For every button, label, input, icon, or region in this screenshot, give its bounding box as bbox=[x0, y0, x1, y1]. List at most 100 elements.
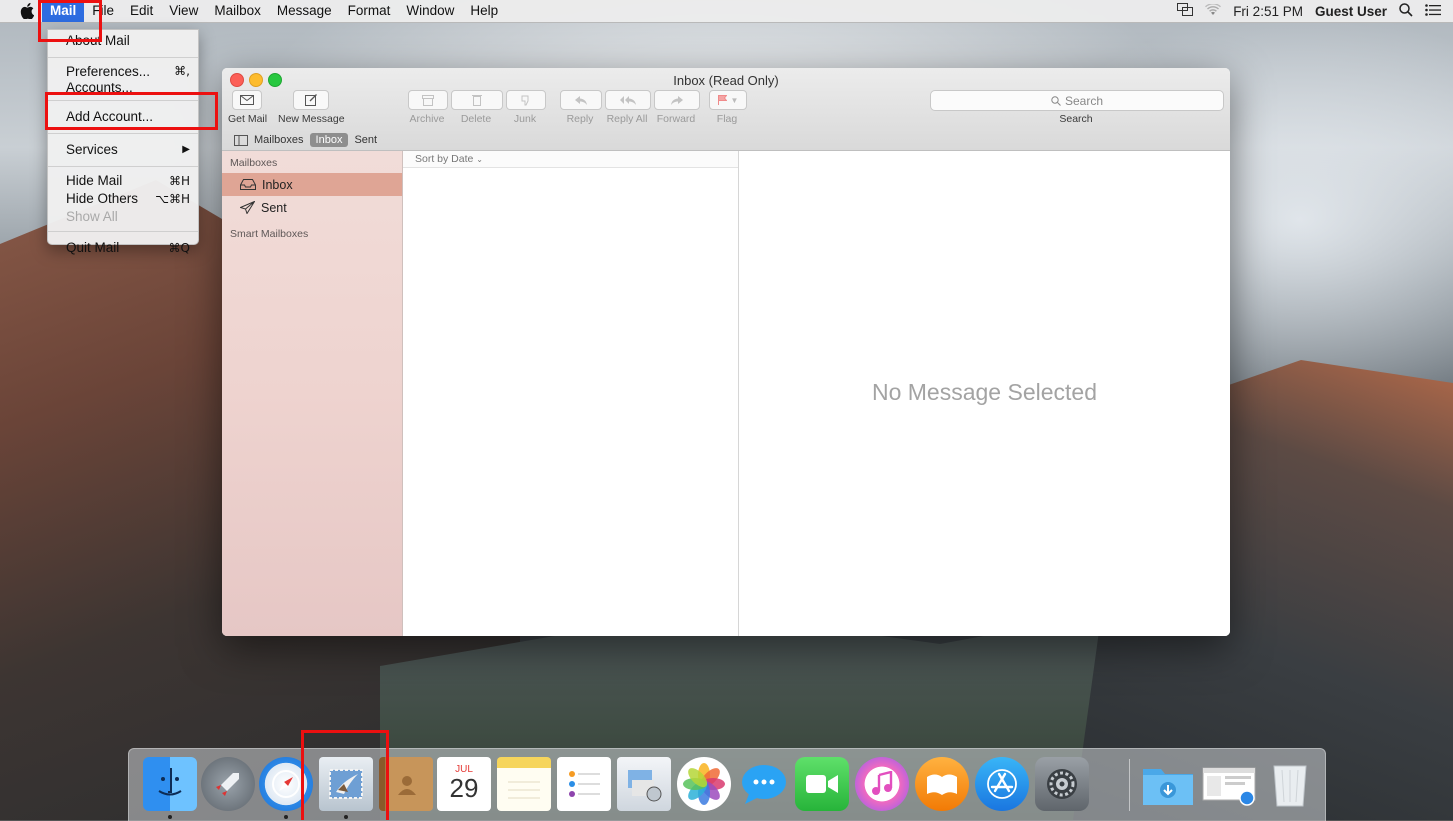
sidebar-item-sent[interactable]: Sent bbox=[222, 196, 402, 219]
sidebar-item-label: Sent bbox=[261, 200, 287, 215]
system-preferences-icon[interactable] bbox=[1035, 757, 1089, 811]
menu-mailbox[interactable]: Mailbox bbox=[206, 0, 269, 22]
tray-icon bbox=[240, 179, 256, 190]
forward-label: Forward bbox=[656, 113, 696, 125]
sidebar-item-label: Inbox bbox=[262, 177, 293, 192]
mailbox-sidebar: Mailboxes Inbox Sent Smart Mailboxes bbox=[222, 151, 403, 636]
menuitem-hide-mail[interactable]: Hide Mail ⌘H bbox=[48, 172, 198, 190]
flag-label: Flag bbox=[716, 113, 738, 125]
chevron-down-icon: ▼ bbox=[730, 95, 739, 105]
delete-label: Delete bbox=[460, 113, 492, 125]
junk-label: Junk bbox=[513, 113, 537, 125]
trash-can-icon bbox=[472, 95, 482, 106]
favorites-sent[interactable]: Sent bbox=[354, 134, 377, 146]
menuitem-shortcut: ⌘Q bbox=[168, 241, 190, 255]
new-message-button[interactable] bbox=[293, 90, 329, 110]
flag-icon bbox=[717, 95, 727, 105]
menuitem-services[interactable]: Services ▶ bbox=[48, 139, 198, 161]
archive-button[interactable] bbox=[408, 90, 448, 110]
get-mail-button[interactable] bbox=[232, 90, 262, 110]
menuitem-shortcut: ⌘H bbox=[168, 174, 190, 188]
trash-icon[interactable] bbox=[1263, 757, 1317, 811]
sort-label: Sort by Date bbox=[415, 153, 474, 165]
menu-clock[interactable]: Fri 2:51 PM bbox=[1233, 4, 1303, 19]
spotlight-icon[interactable] bbox=[1399, 2, 1413, 20]
menu-format[interactable]: Format bbox=[340, 0, 399, 22]
wifi-icon[interactable] bbox=[1205, 2, 1222, 19]
dock-separator bbox=[1129, 759, 1130, 811]
reply-all-button[interactable] bbox=[605, 90, 651, 110]
calendar-icon[interactable]: JUL 29 bbox=[437, 757, 491, 811]
mail-window: Inbox (Read Only) Get Mail New Message A… bbox=[222, 68, 1230, 636]
menuitem-label: Hide Mail bbox=[66, 173, 123, 188]
screenshot-stack-icon[interactable] bbox=[1201, 757, 1257, 811]
sort-by-date-control[interactable]: Sort by Date ⌄ bbox=[403, 151, 738, 168]
ibooks-icon[interactable] bbox=[915, 757, 969, 811]
status-area: Fri 2:51 PM Guest User bbox=[1177, 2, 1453, 20]
preview-icon[interactable] bbox=[617, 757, 671, 811]
menuitem-label: Show All bbox=[66, 209, 118, 224]
get-mail-label: Get Mail bbox=[228, 113, 268, 125]
running-indicator bbox=[168, 815, 172, 819]
forward-button[interactable] bbox=[654, 90, 700, 110]
favorites-bar: Mailboxes Inbox Sent bbox=[234, 132, 377, 148]
search-placeholder: Search bbox=[1064, 93, 1104, 108]
reminders-icon[interactable] bbox=[557, 757, 611, 811]
launchpad-icon[interactable] bbox=[201, 757, 255, 811]
running-indicator bbox=[284, 815, 288, 819]
menuitem-quit-mail[interactable]: Quit Mail ⌘Q bbox=[48, 237, 198, 259]
menu-message[interactable]: Message bbox=[269, 0, 340, 22]
messages-icon[interactable] bbox=[737, 757, 791, 811]
menuitem-label: Quit Mail bbox=[66, 240, 120, 255]
photos-icon[interactable] bbox=[677, 757, 731, 811]
search-label: Search bbox=[1059, 113, 1093, 125]
app-store-icon[interactable] bbox=[975, 757, 1029, 811]
archive-box-icon bbox=[422, 94, 434, 106]
apple-logo-icon[interactable] bbox=[18, 2, 36, 20]
search-field[interactable]: Search bbox=[930, 90, 1224, 111]
sidebar-toggle-icon[interactable] bbox=[234, 134, 248, 146]
sidebar-header-mailboxes: Mailboxes bbox=[230, 157, 278, 169]
finder-icon[interactable] bbox=[143, 757, 197, 811]
message-viewer: No Message Selected bbox=[739, 151, 1230, 636]
airplay-display-icon[interactable] bbox=[1177, 3, 1194, 19]
paper-plane-icon bbox=[240, 201, 255, 214]
menu-user[interactable]: Guest User bbox=[1315, 4, 1387, 19]
menu-view[interactable]: View bbox=[161, 0, 206, 22]
notes-icon[interactable] bbox=[497, 757, 551, 811]
menuitem-label: Services bbox=[66, 142, 118, 157]
itunes-icon[interactable] bbox=[855, 757, 909, 811]
menuitem-hide-others[interactable]: Hide Others ⌥⌘H bbox=[48, 190, 198, 208]
favorites-inbox[interactable]: Inbox bbox=[309, 133, 349, 147]
delete-button[interactable] bbox=[451, 90, 503, 110]
reply-label: Reply bbox=[566, 113, 594, 125]
downloads-folder-icon[interactable] bbox=[1141, 757, 1195, 811]
menu-help[interactable]: Help bbox=[462, 0, 506, 22]
reply-arrow-icon bbox=[575, 95, 587, 105]
menuitem-preferences[interactable]: Preferences... ⌘, bbox=[48, 63, 198, 80]
menuitem-label: Preferences... bbox=[66, 64, 151, 79]
menuitem-label: Hide Others bbox=[66, 191, 139, 206]
favorites-mailboxes[interactable]: Mailboxes bbox=[254, 134, 304, 146]
menu-window[interactable]: Window bbox=[398, 0, 462, 22]
notification-center-icon[interactable] bbox=[1425, 3, 1441, 19]
flag-button[interactable]: ▼ bbox=[709, 90, 747, 110]
highlight-add-account bbox=[45, 92, 218, 130]
menuitem-show-all[interactable]: Show All bbox=[48, 208, 198, 226]
forward-arrow-icon bbox=[671, 95, 683, 105]
menu-separator bbox=[48, 231, 198, 232]
facetime-icon[interactable] bbox=[795, 757, 849, 811]
new-message-label: New Message bbox=[278, 113, 345, 125]
no-message-selected-text: No Message Selected bbox=[871, 379, 1097, 405]
sidebar-item-inbox[interactable]: Inbox bbox=[222, 173, 402, 196]
reply-button[interactable] bbox=[560, 90, 602, 110]
reply-all-arrow-icon bbox=[620, 95, 636, 105]
message-list[interactable]: Sort by Date ⌄ bbox=[403, 151, 739, 636]
menu-edit[interactable]: Edit bbox=[122, 0, 161, 22]
junk-button[interactable] bbox=[506, 90, 546, 110]
reply-all-label: Reply All bbox=[606, 113, 648, 125]
menuitem-shortcut: ⌘, bbox=[174, 64, 190, 78]
submenu-arrow-icon: ▶ bbox=[182, 144, 190, 155]
menu-separator bbox=[48, 166, 198, 167]
sidebar-header-smart-mailboxes: Smart Mailboxes bbox=[230, 228, 309, 240]
